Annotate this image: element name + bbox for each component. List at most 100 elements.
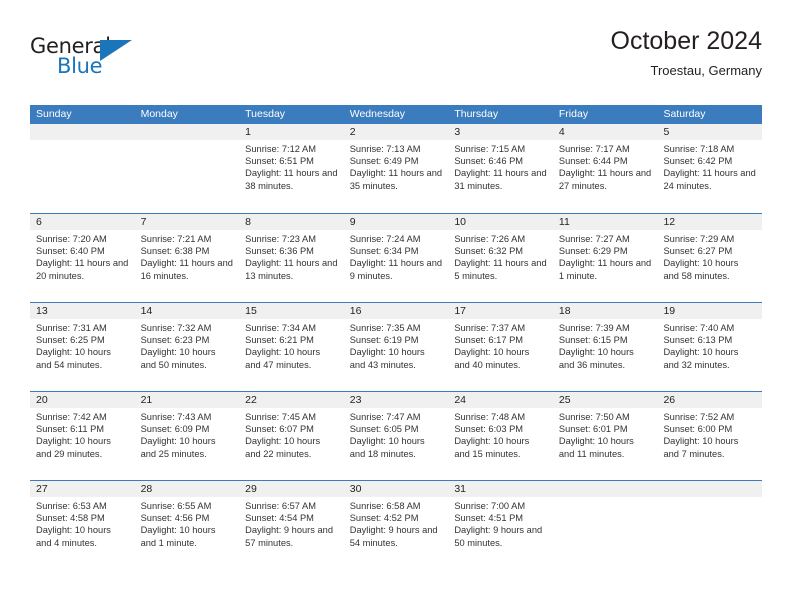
day-number: 17 [448,303,553,319]
daylight-text: Daylight: 10 hours and 32 minutes. [663,347,739,370]
day-sun-info: Sunrise: 7:40 AM Sunset: 6:13 PM Daylight:… [657,319,762,371]
daylight-text: Daylight: 11 hours and 24 minutes. [663,168,756,191]
sunset-text: Sunset: 6:07 PM [245,424,314,435]
sunrise-text: Sunrise: 7:34 AM [245,323,316,333]
daylight-text: Daylight: 10 hours and 11 minutes. [558,436,634,459]
day-sun-info: Sunrise: 7:27 AM Sunset: 6:29 PM Daylight:… [553,230,658,282]
sunrise-text: Sunrise: 7:18 AM [663,144,735,154]
day-number [657,481,763,497]
day-sun-info: Sunrise: 7:00 AM Sunset: 4:51 PM Daylight:… [448,497,553,549]
day-cell[interactable]: 27 Sunrise: 6:53 AM Sunset: 4:58 PM Dayligh… [30,481,135,569]
day-cell[interactable]: 12 Sunrise: 7:29 AM Sunset: 6:27 PM Dayligh… [657,214,763,302]
sunset-text: Sunset: 6:27 PM [663,246,733,257]
sunset-text: Sunset: 6:29 PM [558,246,628,257]
daylight-text: Daylight: 11 hours and 1 minute. [558,258,652,281]
location-subtitle: Troestau, Germany [650,63,762,78]
day-number: 15 [239,303,344,319]
day-number: 28 [134,481,240,497]
day-cell[interactable]: 20 Sunrise: 7:42 AM Sunset: 6:11 PM Dayligh… [30,392,135,480]
day-cell[interactable]: 26 Sunrise: 7:52 AM Sunset: 6:00 PM Dayligh… [657,392,763,480]
day-sun-info: Sunrise: 7:29 AM Sunset: 6:27 PM Daylight:… [657,230,762,282]
day-sun-info: Sunrise: 7:35 AM Sunset: 6:19 PM Daylight:… [344,319,449,371]
day-sun-info: Sunrise: 7:23 AM Sunset: 6:36 PM Daylight:… [239,230,344,282]
day-cell[interactable]: 29 Sunrise: 6:57 AM Sunset: 4:54 PM Dayligh… [239,481,344,569]
sunrise-text: Sunrise: 7:32 AM [140,323,212,333]
daylight-text: Daylight: 10 hours and 50 minutes. [140,347,216,370]
sunset-text: Sunset: 6:42 PM [663,156,733,167]
sunrise-text: Sunrise: 7:21 AM [140,234,212,244]
weekday-header-sunday: Sunday [36,108,72,120]
day-sun-info: Sunrise: 7:47 AM Sunset: 6:05 PM Daylight:… [344,408,449,460]
day-cell[interactable]: 1 Sunrise: 7:12 AM Sunset: 6:51 PM Daylight… [239,124,344,213]
day-cell[interactable]: 19 Sunrise: 7:40 AM Sunset: 6:13 PM Dayligh… [657,303,763,391]
day-cell[interactable]: 31 Sunrise: 7:00 AM Sunset: 4:51 PM Dayligh… [448,481,553,569]
day-cell[interactable]: 25 Sunrise: 7:50 AM Sunset: 6:01 PM Dayligh… [552,392,658,480]
daylight-text: Daylight: 11 hours and 9 minutes. [349,258,443,281]
sunrise-text: Sunrise: 6:58 AM [349,501,421,511]
sunset-text: Sunset: 4:56 PM [140,513,210,524]
sunset-text: Sunset: 6:25 PM [36,335,105,346]
day-number: 14 [134,303,240,319]
day-cell[interactable]: 30 Sunrise: 6:58 AM Sunset: 4:52 PM Dayligh… [343,481,449,569]
day-cell[interactable]: 23 Sunrise: 7:47 AM Sunset: 6:05 PM Dayligh… [343,392,449,480]
day-cell[interactable]: 7 Sunrise: 7:21 AM Sunset: 6:38 PM Daylight… [134,214,240,302]
day-cell[interactable]: 6 Sunrise: 7:20 AM Sunset: 6:40 PM Daylight… [30,214,135,302]
sunset-text: Sunset: 6:34 PM [349,246,419,257]
daylight-text: Daylight: 10 hours and 1 minute. [140,525,216,548]
page-title: October 2024 [610,27,763,55]
sunset-text: Sunset: 6:13 PM [663,335,733,346]
calendar-week-row: 20 Sunrise: 7:42 AM Sunset: 6:11 PM Dayligh… [30,391,763,480]
general-blue-logo[interactable]: General Blue [30,32,150,88]
day-cell[interactable]: 3 Sunrise: 7:15 AM Sunset: 6:46 PM Daylight… [448,124,553,213]
calendar-grid: Sunday Monday Tuesday Wednesday Thursday… [30,105,763,569]
day-number: 12 [657,214,763,230]
day-cell[interactable]: 9 Sunrise: 7:24 AM Sunset: 6:34 PM Daylight… [343,214,449,302]
day-cell[interactable]: 15 Sunrise: 7:34 AM Sunset: 6:21 PM Dayligh… [239,303,344,391]
daylight-text: Daylight: 11 hours and 27 minutes. [558,168,652,191]
day-cell[interactable]: 17 Sunrise: 7:37 AM Sunset: 6:17 PM Dayligh… [448,303,553,391]
day-cell[interactable]: 14 Sunrise: 7:32 AM Sunset: 6:23 PM Dayligh… [134,303,240,391]
day-number [134,124,240,140]
daylight-text: Daylight: 10 hours and 22 minutes. [245,436,321,459]
daylight-text: Daylight: 10 hours and 7 minutes. [663,436,739,459]
day-cell[interactable]: 24 Sunrise: 7:48 AM Sunset: 6:03 PM Dayligh… [448,392,553,480]
day-sun-info: Sunrise: 7:45 AM Sunset: 6:07 PM Daylight:… [239,408,344,460]
day-sun-info: Sunrise: 7:15 AM Sunset: 6:46 PM Daylight:… [448,140,553,192]
day-number: 27 [30,481,135,497]
day-sun-info: Sunrise: 6:58 AM Sunset: 4:52 PM Daylight:… [344,497,449,549]
sunset-text: Sunset: 6:49 PM [349,156,419,167]
sunrise-text: Sunrise: 7:35 AM [349,323,421,333]
daylight-text: Daylight: 10 hours and 4 minutes. [36,525,111,548]
day-sun-info: Sunrise: 7:31 AM Sunset: 6:25 PM Daylight:… [30,319,135,371]
sunrise-text: Sunrise: 7:12 AM [245,144,316,154]
day-cell[interactable]: 18 Sunrise: 7:39 AM Sunset: 6:15 PM Dayligh… [552,303,658,391]
day-cell[interactable]: 4 Sunrise: 7:17 AM Sunset: 6:44 PM Daylight… [552,124,658,213]
day-sun-info: Sunrise: 7:21 AM Sunset: 6:38 PM Daylight:… [135,230,240,282]
sunrise-text: Sunrise: 7:15 AM [454,144,526,154]
day-sun-info: Sunrise: 7:42 AM Sunset: 6:11 PM Daylight:… [30,408,135,460]
day-sun-info: Sunrise: 7:17 AM Sunset: 6:44 PM Daylight:… [553,140,658,192]
day-cell[interactable]: 13 Sunrise: 7:31 AM Sunset: 6:25 PM Dayligh… [30,303,135,391]
day-cell[interactable]: 28 Sunrise: 6:55 AM Sunset: 4:56 PM Dayligh… [134,481,240,569]
day-cell[interactable]: 8 Sunrise: 7:23 AM Sunset: 6:36 PM Daylight… [239,214,344,302]
day-cell[interactable]: 11 Sunrise: 7:27 AM Sunset: 6:29 PM Dayligh… [552,214,658,302]
sunrise-text: Sunrise: 7:40 AM [663,323,735,333]
sunrise-text: Sunrise: 7:13 AM [349,144,421,154]
sunset-text: Sunset: 6:38 PM [140,246,210,257]
daylight-text: Daylight: 10 hours and 36 minutes. [558,347,634,370]
day-cell[interactable]: 5 Sunrise: 7:18 AM Sunset: 6:42 PM Daylight… [657,124,763,213]
day-cell-empty [134,124,240,213]
sunrise-text: Sunrise: 6:55 AM [140,501,212,511]
day-sun-info: Sunrise: 7:32 AM Sunset: 6:23 PM Daylight:… [135,319,240,371]
day-cell[interactable]: 22 Sunrise: 7:45 AM Sunset: 6:07 PM Dayligh… [239,392,344,480]
day-cell[interactable]: 2 Sunrise: 7:13 AM Sunset: 6:49 PM Daylight… [343,124,449,213]
day-cell[interactable]: 10 Sunrise: 7:26 AM Sunset: 6:32 PM Dayligh… [448,214,553,302]
sunset-text: Sunset: 6:40 PM [36,246,105,257]
sunrise-text: Sunrise: 7:48 AM [454,412,526,422]
sunrise-text: Sunrise: 7:17 AM [558,144,630,154]
day-cell[interactable]: 21 Sunrise: 7:43 AM Sunset: 6:09 PM Dayligh… [134,392,240,480]
day-cell[interactable]: 16 Sunrise: 7:35 AM Sunset: 6:19 PM Dayligh… [343,303,449,391]
daylight-text: Daylight: 10 hours and 18 minutes. [349,436,425,459]
sunrise-text: Sunrise: 7:20 AM [36,234,107,244]
weekday-header-tuesday: Tuesday [245,108,286,120]
